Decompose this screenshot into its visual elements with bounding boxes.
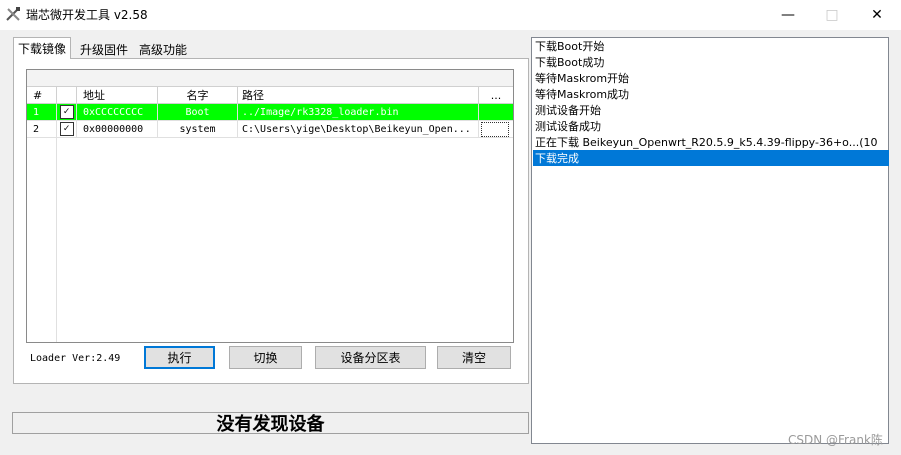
tools-icon	[6, 7, 20, 21]
row-checkbox[interactable]: ✓	[59, 105, 74, 119]
switch-button[interactable]: 切换	[229, 346, 302, 369]
watermark: CSDN @Frank陈	[788, 433, 883, 447]
log-item[interactable]: 等待Maskrom开始	[533, 70, 889, 86]
row-name[interactable]: Boot	[158, 104, 238, 121]
partition-table-button[interactable]: 设备分区表	[315, 346, 426, 369]
minimize-icon: —	[781, 7, 795, 23]
col-header-check[interactable]	[57, 87, 77, 104]
log-item[interactable]: 测试设备成功	[533, 118, 889, 134]
maximize-icon: □	[825, 7, 839, 23]
log-item[interactable]: 等待Maskrom成功	[533, 86, 889, 102]
table-top-bar	[27, 70, 513, 87]
col-header-more[interactable]: ...	[479, 87, 513, 104]
log-item[interactable]: 正在下载 Beikeyun_Openwrt_R20.5.9_k5.4.39-fl…	[533, 134, 889, 150]
clear-button[interactable]: 清空	[437, 346, 511, 369]
window-title: 瑞芯微开发工具 v2.58	[26, 8, 148, 22]
col-header-address[interactable]: 地址	[77, 87, 158, 104]
log-item[interactable]: 下载Boot成功	[533, 54, 889, 70]
row-path[interactable]: C:\Users\yige\Desktop\Beikeyun_Open...	[238, 121, 479, 138]
row-name[interactable]: system	[158, 121, 238, 138]
log-item-selected[interactable]: 下载完成	[533, 150, 889, 166]
image-table[interactable]: # 地址 名字 路径 ... 1 ✓ 0xCCCCCCCC Boot ../Im…	[26, 69, 514, 343]
loader-version: Loader Ver:2.49	[30, 353, 121, 364]
row-address[interactable]: 0x00000000	[77, 121, 158, 138]
row-browse[interactable]	[479, 104, 513, 121]
browse-focus	[481, 121, 509, 137]
table-row[interactable]: 2 ✓ 0x00000000 system C:\Users\yige\Desk…	[27, 121, 513, 138]
maximize-button[interactable]: □	[809, 0, 855, 30]
log-item[interactable]: 下载Boot开始	[533, 38, 889, 54]
minimize-button[interactable]: —	[765, 0, 811, 30]
col-header-num[interactable]: #	[27, 87, 57, 104]
row-checkbox[interactable]: ✓	[59, 122, 74, 136]
col-divider	[56, 138, 57, 342]
col-header-name[interactable]: 名字	[158, 87, 238, 104]
row-number: 2	[27, 121, 57, 138]
log-list[interactable]: 下载Boot开始 下载Boot成功 等待Maskrom开始 等待Maskrom成…	[531, 37, 889, 444]
tab-download-image[interactable]: 下载镜像	[13, 37, 72, 59]
close-icon: ✕	[871, 7, 883, 23]
row-path[interactable]: ../Image/rk3328_loader.bin	[238, 104, 479, 121]
row-browse[interactable]	[479, 121, 513, 138]
close-button[interactable]: ✕	[854, 0, 900, 30]
col-header-path[interactable]: 路径	[238, 87, 479, 104]
row-address[interactable]: 0xCCCCCCCC	[77, 104, 158, 121]
table-row[interactable]: 1 ✓ 0xCCCCCCCC Boot ../Image/rk3328_load…	[27, 104, 513, 121]
row-check-cell: ✓	[57, 104, 77, 121]
row-check-cell: ✓	[57, 121, 77, 138]
device-status: 没有发现设备	[216, 414, 325, 435]
tab-advanced[interactable]: 高级功能	[135, 39, 191, 59]
run-button[interactable]: 执行	[144, 346, 215, 369]
tab-upgrade-firmware[interactable]: 升级固件	[76, 39, 132, 59]
row-number: 1	[27, 104, 57, 121]
log-item[interactable]: 测试设备开始	[533, 102, 889, 118]
